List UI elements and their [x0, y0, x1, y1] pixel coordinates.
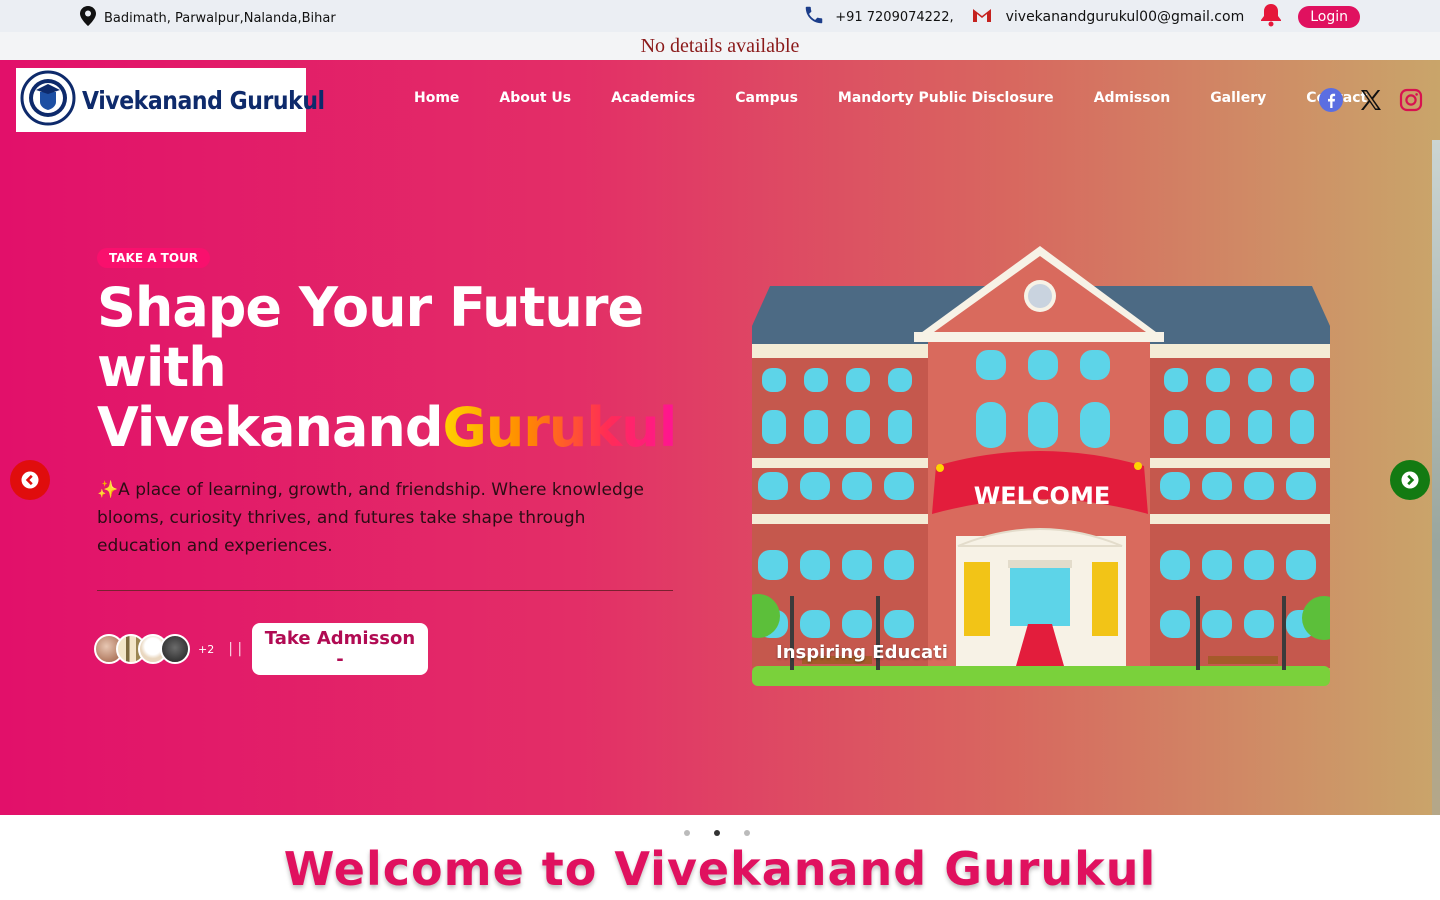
instagram-icon[interactable]	[1398, 87, 1424, 113]
separator: | |	[228, 641, 243, 657]
main-navbar: Vivekanand Gurukul Home About Us Academi…	[0, 60, 1440, 140]
carousel-dot-active[interactable]	[714, 830, 720, 836]
hero-title: Shape Your Future with VivekanandGurukul	[97, 278, 737, 458]
nav-item-academics[interactable]: Academics	[611, 90, 695, 106]
phone-icon	[803, 4, 825, 30]
facebook-icon[interactable]	[1318, 87, 1344, 113]
chevron-left-icon	[21, 471, 39, 489]
carousel-dot[interactable]	[684, 830, 690, 836]
nav-item-about-us[interactable]: About Us	[499, 90, 571, 106]
nav-menu: Home About Us Academics Campus Mandorty …	[414, 90, 1367, 106]
social-links	[1318, 87, 1424, 113]
address-block: Badimath, Parwalpur,Nalanda,Bihar	[80, 6, 336, 30]
school-emblem-icon	[20, 70, 76, 130]
carousel-next-button[interactable]	[1390, 460, 1430, 500]
divider	[97, 590, 673, 591]
top-contact-bar: Badimath, Parwalpur,Nalanda,Bihar +91 72…	[0, 0, 1440, 32]
avatar	[160, 634, 190, 664]
nav-item-campus[interactable]: Campus	[735, 90, 798, 106]
gmail-icon	[972, 7, 992, 27]
carousel-indicators	[684, 830, 750, 836]
notice-bar: No details available	[0, 32, 1440, 60]
illustration-caption: Inspiring Educati	[776, 642, 948, 663]
nav-item-public-disclosure[interactable]: Mandorty Public Disclosure	[838, 90, 1054, 106]
avatar-count: +2	[198, 642, 215, 656]
nav-item-home[interactable]: Home	[414, 90, 459, 106]
hero-title-highlight: Gurukul	[442, 396, 678, 459]
phone-text[interactable]: +91 7209074222,	[835, 10, 953, 25]
brand-name: Vivekanand Gurukul	[82, 85, 325, 115]
hero-title-line2: with	[97, 336, 227, 399]
location-pin-icon	[80, 6, 96, 30]
nav-item-gallery[interactable]: Gallery	[1210, 90, 1266, 106]
hero-description: ✨A place of learning, growth, and friend…	[97, 480, 644, 556]
logo[interactable]: Vivekanand Gurukul	[16, 68, 325, 132]
chevron-right-icon	[1401, 471, 1419, 489]
hero-section: Vivekanand Gurukul Home About Us Academi…	[0, 60, 1440, 815]
carousel-dot[interactable]	[744, 830, 750, 836]
take-a-tour-badge: TAKE A TOUR	[97, 248, 211, 268]
welcome-heading: Welcome to Vivekanand Gurukul	[283, 842, 1157, 896]
take-admission-button[interactable]: Take Admisson -	[252, 623, 428, 675]
bell-icon[interactable]	[1260, 3, 1282, 31]
avatar-group: +2 | |	[94, 634, 242, 664]
address-text: Badimath, Parwalpur,Nalanda,Bihar	[104, 10, 336, 26]
email-link[interactable]: vivekanandgurukul00@gmail.com	[1006, 9, 1245, 25]
carousel-prev-button[interactable]	[10, 460, 50, 500]
welcome-banner-text: WELCOME	[974, 482, 1110, 510]
next-slide-peek	[1432, 140, 1440, 815]
x-icon[interactable]	[1358, 87, 1384, 113]
contact-block: +91 7209074222, vivekanandgurukul00@gmai…	[803, 3, 1360, 31]
nav-item-admission[interactable]: Admisson	[1094, 90, 1171, 106]
school-building-illustration: WELCOME	[752, 246, 1330, 686]
hero-title-line1: Shape Your Future	[97, 276, 644, 339]
hero-title-line3: Vivekanand	[97, 396, 444, 459]
login-button[interactable]: Login	[1298, 6, 1360, 28]
